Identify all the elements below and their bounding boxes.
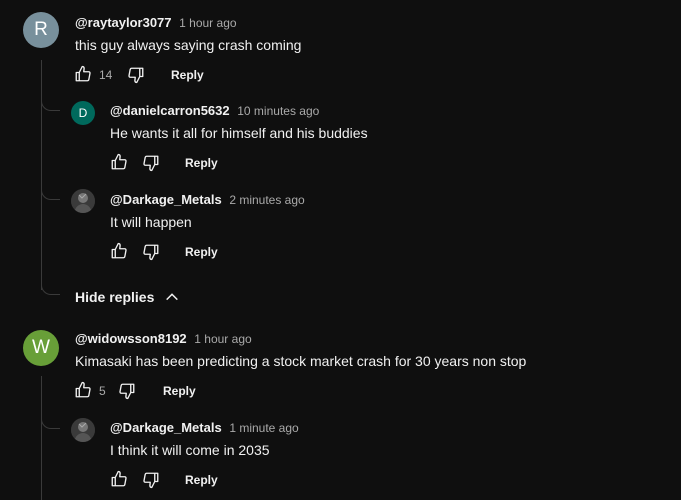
thread-branch xyxy=(41,189,60,200)
dislike-icon[interactable] xyxy=(142,243,160,261)
thread-line xyxy=(41,60,42,290)
reply-text: He wants it all for himself and his budd… xyxy=(110,125,368,141)
reply-header: @Darkage_Metals 1 minute ago xyxy=(110,420,299,435)
avatar-image xyxy=(71,189,95,213)
comment-header: @widowsson8192 1 hour ago xyxy=(75,331,252,346)
avatar[interactable]: D xyxy=(71,101,95,125)
thread-branch xyxy=(41,284,60,295)
dislike-icon[interactable] xyxy=(127,66,145,84)
reply-time[interactable]: 2 minutes ago xyxy=(229,193,304,207)
hide-replies-label: Hide replies xyxy=(75,289,155,305)
avatar[interactable]: R xyxy=(23,12,59,48)
reply-header: @Darkage_Metals 2 minutes ago xyxy=(110,192,305,207)
like-count: 14 xyxy=(99,68,113,82)
avatar-letter: W xyxy=(32,337,50,358)
avatar[interactable] xyxy=(71,418,95,442)
dislike-icon[interactable] xyxy=(142,154,160,172)
reply-button[interactable]: Reply xyxy=(185,245,218,259)
reply-author[interactable]: @danielcarron5632 xyxy=(110,103,230,118)
reply-button[interactable]: Reply xyxy=(185,473,218,487)
avatar[interactable]: W xyxy=(23,330,59,366)
like-icon[interactable] xyxy=(110,242,128,260)
reply-time[interactable]: 10 minutes ago xyxy=(237,104,319,118)
thread-branch xyxy=(41,100,60,111)
dislike-icon[interactable] xyxy=(142,471,160,489)
comment-time[interactable]: 1 hour ago xyxy=(194,332,251,346)
reply-author[interactable]: @Darkage_Metals xyxy=(110,192,222,207)
comment-author[interactable]: @widowsson8192 xyxy=(75,331,187,346)
reply-button[interactable]: Reply xyxy=(163,384,196,398)
hide-replies-button[interactable]: Hide replies xyxy=(75,289,180,305)
avatar[interactable] xyxy=(71,189,95,213)
reply-text: I think it will come in 2035 xyxy=(110,442,270,458)
like-icon[interactable] xyxy=(110,470,128,488)
like-icon[interactable] xyxy=(74,65,92,83)
avatar-letter: D xyxy=(78,106,88,120)
avatar-letter: R xyxy=(34,19,48,40)
reply-header: @danielcarron5632 10 minutes ago xyxy=(110,103,319,118)
comment-text: this guy always saying crash coming xyxy=(75,37,302,53)
comment-text: Kimasaki has been predicting a stock mar… xyxy=(75,353,527,369)
reply-author[interactable]: @Darkage_Metals xyxy=(110,420,222,435)
comment-author[interactable]: @raytaylor3077 xyxy=(75,15,172,30)
reply-time[interactable]: 1 minute ago xyxy=(229,421,298,435)
like-count: 5 xyxy=(99,384,106,398)
thread-branch xyxy=(41,418,60,429)
reply-button[interactable]: Reply xyxy=(185,156,218,170)
chevron-up-icon xyxy=(166,293,179,301)
like-icon[interactable] xyxy=(74,381,92,399)
comment-time[interactable]: 1 hour ago xyxy=(179,16,236,30)
reply-button[interactable]: Reply xyxy=(171,68,204,82)
comment-header: @raytaylor3077 1 hour ago xyxy=(75,15,237,30)
reply-text: It will happen xyxy=(110,214,192,230)
like-icon[interactable] xyxy=(110,153,128,171)
dislike-icon[interactable] xyxy=(118,382,136,400)
avatar-image xyxy=(71,418,95,442)
thread-line xyxy=(41,376,42,500)
